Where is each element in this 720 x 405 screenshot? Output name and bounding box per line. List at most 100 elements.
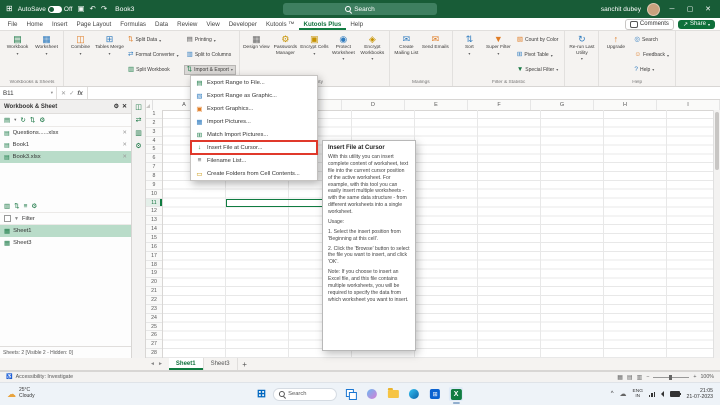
column-header[interactable]: G (531, 100, 594, 110)
ribbon-tab[interactable]: View (202, 18, 224, 30)
ribbon-big-button[interactable]: ▤ Workbook ▾ (3, 33, 32, 56)
ribbon-tab[interactable]: Data (151, 18, 173, 30)
row-header[interactable]: 19 (146, 269, 162, 279)
row-header[interactable]: 10 (146, 190, 162, 199)
enter-icon[interactable]: ✓ (69, 90, 74, 97)
row-header[interactable]: 23 (146, 305, 162, 314)
workbook-sheet-tab-icon[interactable]: ◫ (135, 103, 142, 111)
ribbon-tab[interactable]: Developer (224, 18, 261, 30)
zoom-level[interactable]: 100% (700, 374, 714, 380)
maximize-button[interactable]: ▢ (684, 5, 696, 13)
row-header[interactable]: 16 (146, 243, 162, 252)
accessibility-status[interactable]: Accessibility: Investigate (16, 374, 73, 380)
ribbon-tab[interactable]: File (3, 18, 22, 30)
ribbon-big-button[interactable]: ▦ Worksheet ▾ (32, 33, 61, 56)
ribbon-small-button[interactable]: ▥Split to Columns▾ (184, 50, 236, 61)
select-all-corner[interactable] (146, 100, 153, 110)
name-box[interactable]: B11 ▾ (0, 87, 57, 99)
row-header[interactable]: 20 (146, 278, 162, 288)
ribbon-tab[interactable]: Page Layout (72, 18, 116, 30)
row-header[interactable]: 17 (146, 252, 162, 261)
sheet-item[interactable]: ▦ Sheet3 (0, 237, 131, 249)
minimize-button[interactable]: ─ (666, 6, 678, 13)
weather-widget[interactable]: ☁ 25°C Cloudy (7, 387, 35, 400)
ribbon-big-button[interactable]: ◉ Protect Worksheet ▾ (329, 33, 358, 61)
column-header[interactable]: H (594, 100, 657, 110)
column-header[interactable]: D (342, 100, 405, 110)
user-name[interactable]: sanchit dubey (601, 6, 641, 13)
ribbon-tab[interactable]: Help (346, 18, 368, 30)
close-icon[interactable]: ✕ (122, 130, 127, 136)
zoom-slider-thumb[interactable] (669, 374, 673, 380)
task-view-icon[interactable] (344, 387, 358, 401)
clock[interactable]: 21:05 21-07-2023 (686, 388, 713, 400)
zoom-in-icon[interactable]: + (693, 374, 696, 380)
ribbon-small-button[interactable]: ⇅ Import & Export ▾ (183, 64, 236, 75)
insert-function-icon[interactable]: fx (77, 90, 83, 97)
row-header[interactable]: 8 (146, 172, 162, 181)
ribbon-tab[interactable]: Insert (48, 18, 72, 30)
page-layout-view-icon[interactable]: ▤ (627, 374, 633, 381)
ribbon-small-button[interactable]: ▼ Special Filter ▾ (514, 65, 562, 76)
row-header[interactable]: 14 (146, 225, 162, 235)
normal-view-icon[interactable]: ▦ (617, 374, 623, 381)
row-header[interactable]: 13 (146, 216, 162, 226)
excel-taskbar-icon[interactable]: X (449, 387, 464, 404)
edge-icon[interactable] (407, 387, 421, 401)
row-header[interactable]: 5 (146, 145, 162, 155)
row-header[interactable]: 15 (146, 234, 162, 243)
sort-icon[interactable]: ⇅ (14, 202, 19, 210)
row-header[interactable]: 25 (146, 323, 162, 332)
store-icon[interactable]: ⊞ (428, 387, 442, 401)
row-header[interactable]: 22 (146, 296, 162, 305)
cancel-icon[interactable]: ✕ (61, 90, 66, 97)
ribbon-small-button[interactable]: ⊞ Pivot Table ▾ (514, 50, 562, 61)
ribbon-big-button[interactable]: ↑Upgrade▾ (601, 33, 630, 51)
battery-icon[interactable] (670, 391, 682, 397)
row-header[interactable]: 12 (146, 207, 162, 217)
ribbon-small-button[interactable]: ◎Search▾ (631, 35, 672, 46)
language-indicator[interactable]: ENG IN (633, 389, 643, 400)
taskbar-search[interactable]: Search (273, 387, 338, 401)
tray-chevron-icon[interactable]: ^ (611, 391, 614, 397)
column-header[interactable]: I (657, 100, 720, 110)
row-header[interactable]: 11 (146, 198, 162, 208)
row-header[interactable]: 3 (146, 128, 162, 137)
ribbon-small-button[interactable]: ▥Split Workbook▾ (125, 65, 182, 76)
chevron-down-icon[interactable]: ▾ (14, 117, 16, 123)
row-header[interactable]: 4 (146, 137, 162, 146)
menu-item[interactable]: ▭ Create Folders from Cell Contents... (191, 167, 317, 180)
close-icon[interactable]: ✕ (122, 142, 127, 148)
add-sheet-button[interactable]: + (238, 358, 252, 370)
resize-cells-icon[interactable]: ⇄ (136, 116, 142, 124)
ribbon-big-button[interactable]: ◫ Combine ▾ (66, 33, 95, 56)
row-header[interactable]: 21 (146, 287, 162, 297)
formula-input[interactable] (88, 87, 720, 99)
menu-item[interactable]: ▣ Export Graphics... (191, 102, 317, 115)
workbook-item[interactable]: ▤ Book1 ✕ (0, 139, 131, 151)
workbook-list-icon[interactable]: ▤ (4, 116, 10, 124)
close-icon[interactable]: ✕ (122, 154, 127, 160)
ribbon-big-button[interactable]: ✉Create Mailing List▾ (392, 33, 421, 56)
row-header[interactable]: 1 (146, 110, 162, 119)
pane-close-icon[interactable]: ✕ (122, 103, 127, 110)
filter-checkbox[interactable] (4, 215, 11, 223)
undo-icon[interactable]: ↶ (90, 5, 96, 13)
sheet-tab[interactable]: Sheet3 (204, 358, 238, 370)
column-header[interactable]: F (468, 100, 531, 110)
ribbon-small-button[interactable]: ? Help ▾ (631, 65, 672, 76)
pane-settings-icon[interactable]: ⚙ (114, 103, 119, 110)
start-button[interactable]: ⊞ (257, 388, 266, 400)
ribbon-big-button[interactable]: ▦Design View▾ (242, 33, 271, 61)
ribbon-big-button[interactable]: ▼ Super Filter ▾ (484, 33, 513, 56)
menu-item[interactable]: ▧ Export Range as Graphic... (191, 89, 317, 102)
comments-button[interactable]: Comments (624, 18, 674, 30)
ribbon-small-button[interactable]: ▤ Printing ▾ (184, 35, 236, 46)
ribbon-big-button[interactable]: ◈ Encrypt Workbooks ▾ (358, 33, 387, 61)
tools-icon[interactable]: ⚙ (39, 116, 45, 124)
ribbon-tab[interactable]: Kutools Plus (299, 18, 346, 30)
zoom-slider[interactable] (653, 374, 690, 380)
ribbon-tab[interactable]: Formulas (116, 18, 151, 30)
ribbon-small-button[interactable]: ⇅ Split Data ▾ (125, 35, 182, 46)
ribbon-tab[interactable]: Home (22, 18, 48, 30)
